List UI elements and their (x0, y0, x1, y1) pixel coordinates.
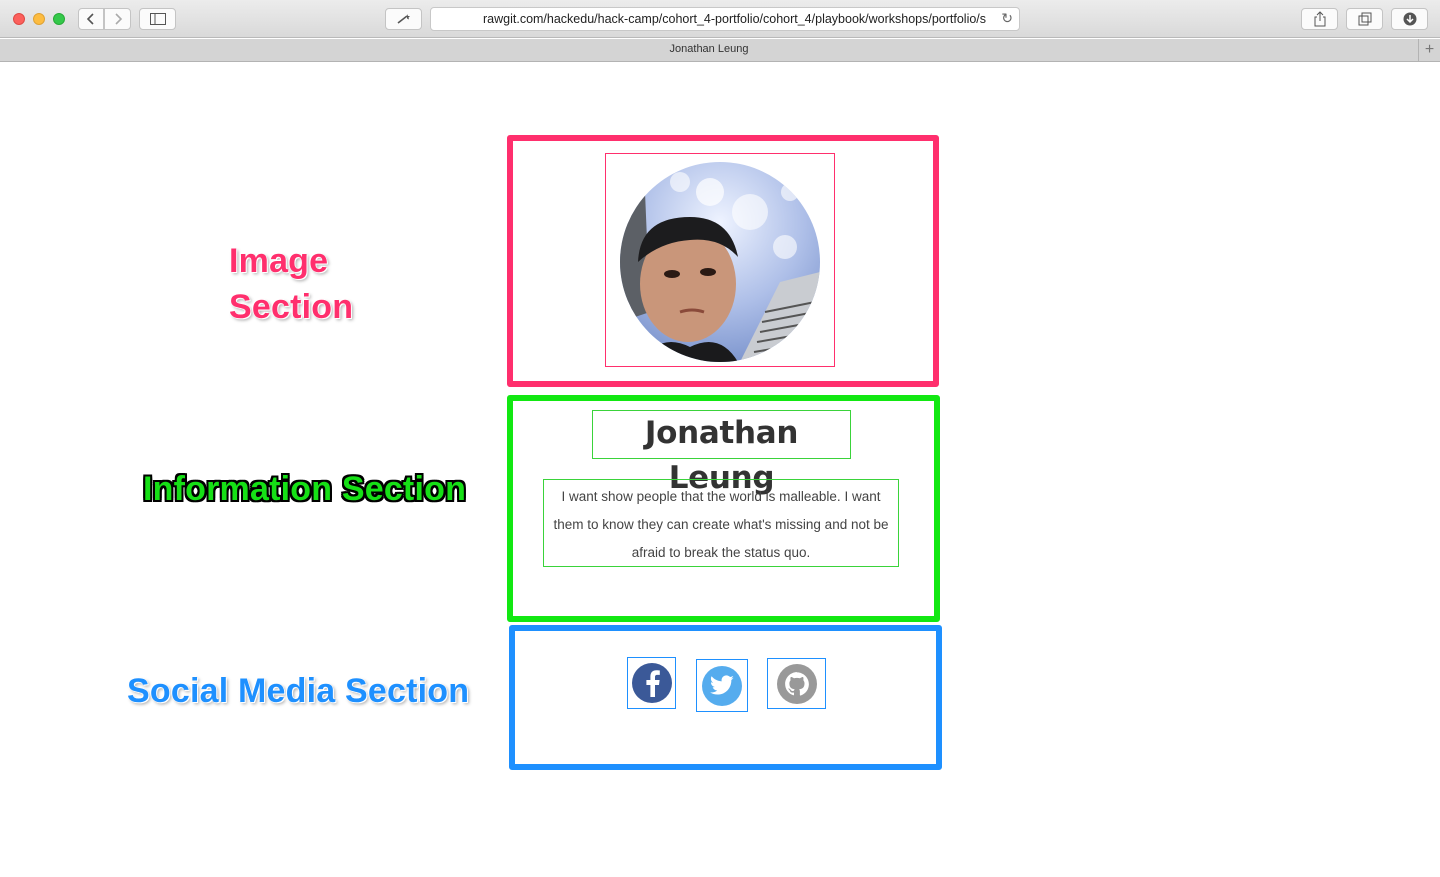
share-icon (1314, 11, 1325, 27)
zoom-window-button[interactable] (53, 13, 65, 25)
close-window-button[interactable] (13, 13, 25, 25)
reload-icon[interactable]: ↻ (1001, 10, 1013, 27)
avatar (620, 162, 820, 362)
forward-button[interactable] (104, 8, 131, 30)
back-button[interactable] (78, 8, 104, 30)
download-icon (1403, 12, 1416, 26)
share-button[interactable] (1301, 8, 1338, 30)
sidebar-icon (149, 13, 166, 25)
facebook-icon (631, 663, 672, 703)
tab-bar: Jonathan Leung + (0, 39, 1440, 62)
tabs-icon (1358, 12, 1371, 26)
github-link[interactable] (767, 658, 826, 709)
new-tab-button[interactable]: + (1418, 39, 1440, 61)
address-bar[interactable]: rawgit.com/hackedu/hack-camp/cohort_4-po… (430, 7, 1020, 31)
page-content: Image Section Information Section Social… (0, 62, 1440, 877)
tabs-overview-button[interactable] (1346, 8, 1383, 30)
tab-title[interactable]: Jonathan Leung (0, 43, 1418, 55)
downloads-button[interactable] (1391, 8, 1428, 30)
twitter-link[interactable] (696, 659, 748, 712)
sidebar-button[interactable] (139, 8, 176, 30)
twitter-icon (702, 665, 742, 706)
profile-bio: I want show people that the world is mal… (553, 489, 889, 560)
browser-toolbar: rawgit.com/hackedu/hack-camp/cohort_4-po… (0, 0, 1440, 38)
chevron-right-icon (114, 13, 122, 25)
chevron-left-icon (86, 13, 94, 25)
wand-icon (397, 14, 410, 24)
reader-button[interactable] (385, 8, 422, 30)
image-section-annotation: Image Section (229, 238, 353, 330)
image-annotation-line1: Image (229, 242, 329, 280)
image-annotation-line2: Section (229, 288, 354, 326)
social-section-annotation: Social Media Section (127, 672, 470, 710)
facebook-link[interactable] (627, 657, 676, 709)
information-section-annotation: Information Section (143, 470, 467, 508)
github-icon (776, 663, 817, 704)
url-text: rawgit.com/hackedu/hack-camp/cohort_4-po… (483, 12, 987, 26)
name-heading-box: Jonathan Leung (592, 410, 851, 496)
bio-box: I want show people that the world is mal… (543, 479, 899, 567)
minimize-window-button[interactable] (33, 13, 45, 25)
